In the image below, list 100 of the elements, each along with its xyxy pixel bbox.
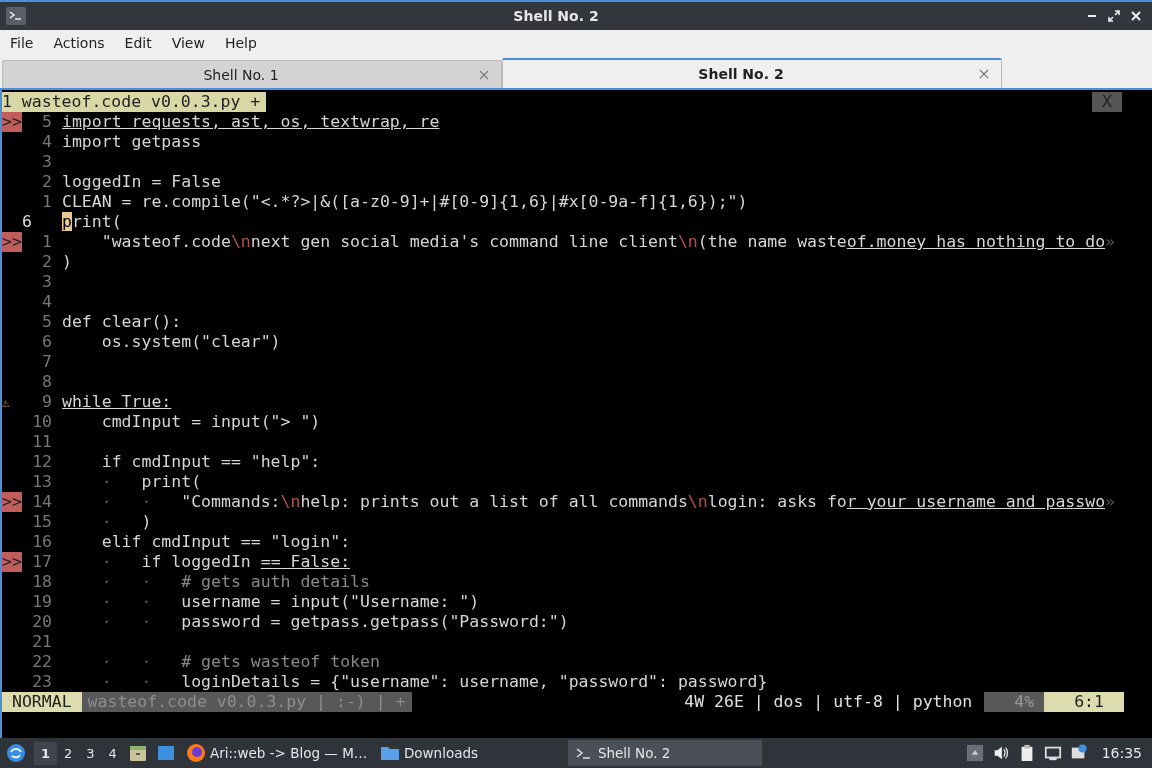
line-number: 5 [41,312,52,332]
code-text: (the name waste [697,232,847,251]
code-text: rint( [71,212,122,231]
code-text: def clear(): [62,312,182,331]
indent-guide: · · [100,612,153,631]
code-text: import getpass [62,132,202,151]
line-number: 13 [31,472,52,492]
code-comment: # gets wasteof token [181,652,380,671]
underlined-code: import requests, ast, os, textwrap, re [62,112,440,131]
line-number: 9 [41,392,52,412]
error-sign: >> [2,552,22,572]
escape-sequence: \n [677,232,698,251]
menu-item[interactable]: File [10,35,34,51]
line-number: 1 [41,192,52,212]
taskbar-button[interactable]: Downloads [373,740,568,766]
code-text: print( [141,472,202,491]
warning-sign: ⚠ [2,394,10,412]
menu-item[interactable]: View [171,35,205,51]
network-icon[interactable] [1043,744,1062,762]
line-number: 2 [41,172,52,192]
indent-guide: » [1105,232,1116,251]
menu-item[interactable]: Help [224,35,257,51]
line-number: 3 [41,272,52,292]
indent-guide: · [100,552,113,571]
line-number: 16 [31,532,52,552]
code-text: username = input("Username: ") [181,592,480,611]
code-text: if cmdInput == "help": [100,452,321,471]
code-text: elif cmdInput == "login": [100,532,351,551]
escape-sequence: \n [280,492,301,511]
code-text: login: asks fo [707,492,847,511]
indent-guide: · · [100,592,153,611]
indent-guide: · · [100,572,153,591]
file-cabinet-icon[interactable] [127,743,148,763]
code-text: loginDetails = {"username": username, "password": password} [181,672,768,691]
line-number: 14 [31,492,52,512]
line-number: 23 [31,672,52,692]
line-number: 8 [41,372,52,392]
code-text: "Commands: [181,492,281,511]
buffer-tab[interactable]: 1 wasteof.code v0.0.3.py + [2,92,267,112]
code-comment: # gets auth details [181,572,370,591]
workspace-button[interactable]: 1 [34,741,58,765]
code-text: loggedIn = False [62,172,221,191]
escape-sequence: \n [230,232,251,251]
indent-guide: · · [100,492,153,511]
indent-guide: · [100,512,113,531]
underlined-code: r your username and passwo [846,492,1106,511]
code-text: cmdInput = input("> ") [100,412,321,431]
line-number: 6 [41,332,52,352]
code-text: ) [62,252,72,271]
line-number: 1 [41,232,52,252]
maximize-icon[interactable] [1108,10,1120,22]
tab[interactable]: Shell No. 1 [2,60,502,88]
line-number: 22 [31,652,52,672]
error-sign: >> [2,232,22,252]
line-number: 2 [41,252,52,272]
workspace-button[interactable]: 2 [57,741,80,765]
window-icon[interactable] [155,743,176,763]
line-number: 12 [31,452,52,472]
terminal-icon [6,7,26,25]
start-menu-icon[interactable] [6,743,26,763]
line-number: 4 [41,292,52,312]
indent-guide: · [100,472,113,491]
error-sign: >> [2,492,22,512]
code-text: CLEAN = re.compile("<.*?>|&([a-z0-9]+|#[0-9]{1,6}|#x[0-9a-f]{1,6});") [62,192,748,211]
line-number: 21 [31,632,52,652]
indent-guide: » [1105,492,1116,511]
tab[interactable]: Shell No. 2 [502,58,1002,88]
code-text: ) [141,512,152,531]
line-number: 7 [41,352,52,372]
line-number: 19 [31,592,52,612]
clock: 16:35 [1101,745,1142,761]
code-text: if loggedIn [141,552,252,571]
line-number: 4 [41,132,52,152]
indent-guide: · · [100,652,153,671]
expand-tray-icon[interactable] [965,744,984,762]
code-text: os.system("clear") [100,332,281,351]
workspace-button[interactable]: 4 [101,741,124,765]
window-title: Shell No. 2 [512,8,600,24]
line-number: 6 [22,212,33,232]
line-number: 5 [41,112,52,132]
menu-item[interactable]: Actions [53,35,105,51]
code-text: next gen social media's command line client [250,232,678,251]
indent-guide: · · [100,672,153,691]
line-number: 20 [31,612,52,632]
underlined-code: of.money has nothing to do [846,232,1106,251]
escape-sequence: \n [687,492,708,511]
taskbar-button[interactable]: Shell No. 2 [567,740,762,766]
code-text: password = getpass.getpass("Password:") [181,612,569,631]
workspace-button[interactable]: 3 [79,741,102,765]
taskbar-button[interactable]: Ari::web -> Blog — M… [179,740,374,766]
error-sign: >> [2,112,22,132]
line-number: 10 [31,412,52,432]
cursor-position: 6:1 [1044,692,1124,712]
browser-icon [185,743,206,763]
line-number: 18 [31,572,52,592]
code-text: "wasteof.code [100,232,231,251]
cursor: p [62,212,72,231]
mode-indicator: NORMAL [2,692,82,712]
code-text: help: prints out a list of all commands [300,492,688,511]
menu-item[interactable]: Edit [124,35,152,51]
